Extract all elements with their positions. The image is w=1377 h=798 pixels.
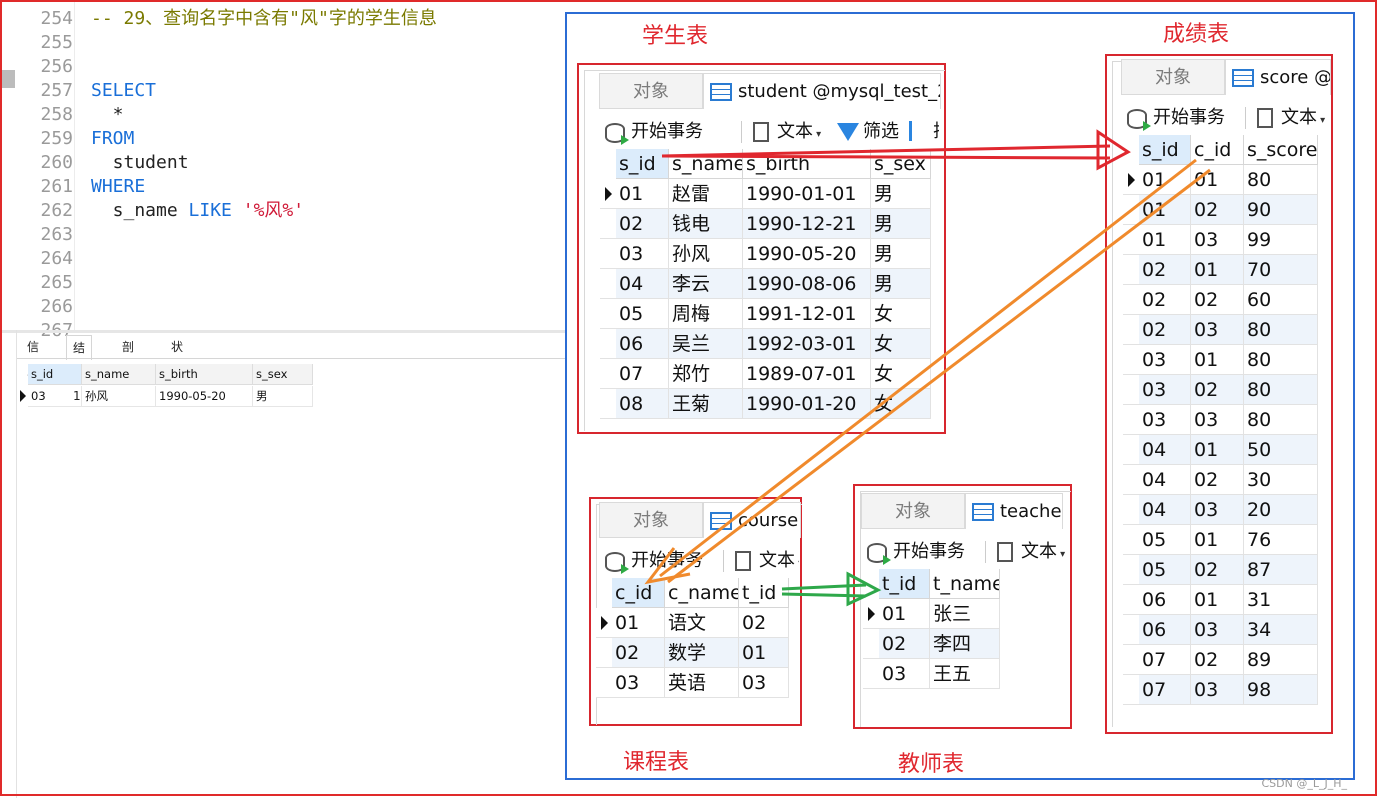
relation-arrows: [644, 129, 1211, 607]
watermark: CSDN @_L_J_H_: [1261, 777, 1347, 790]
arrow-student-to-score: [661, 129, 1131, 171]
arrow-score-to-course: [644, 158, 1211, 585]
arrow-course-to-teacher: [781, 571, 882, 607]
